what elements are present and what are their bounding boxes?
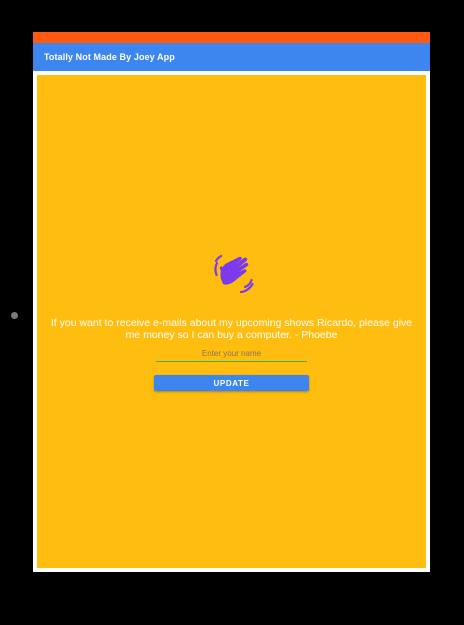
status-bar [33, 32, 430, 43]
app-title: Totally Not Made By Joey App [44, 52, 175, 62]
waving-hand-icon [214, 254, 254, 294]
side-indicator-dot [11, 312, 18, 319]
message-text: If you want to receive e-mails about my … [50, 317, 413, 341]
app-bar: Totally Not Made By Joey App [33, 43, 430, 71]
update-button[interactable]: UPDATE [154, 375, 309, 391]
main-content: If you want to receive e-mails about my … [37, 75, 426, 568]
device-frame: Totally Not Made By Joey App If you want… [33, 32, 430, 572]
name-input[interactable] [156, 345, 307, 362]
